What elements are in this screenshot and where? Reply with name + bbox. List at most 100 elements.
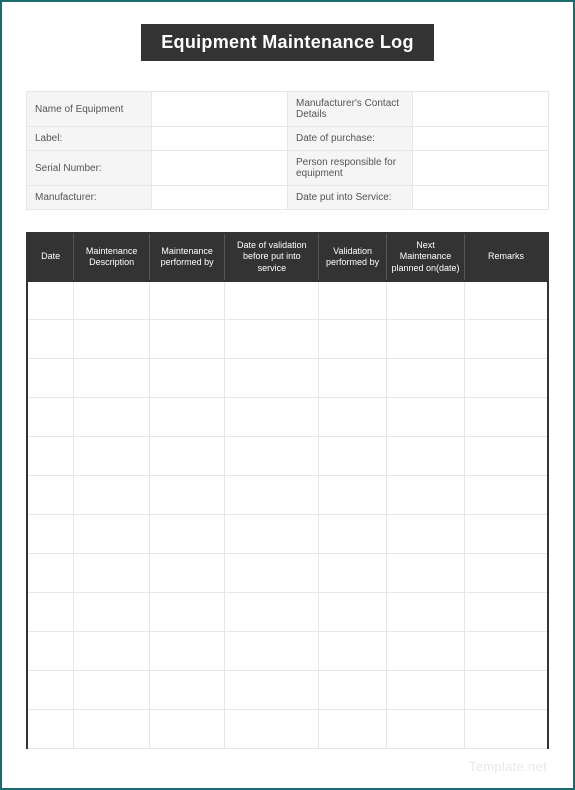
header-remarks: Remarks — [465, 233, 548, 281]
log-cell-next — [386, 476, 464, 515]
log-cell-dval — [225, 632, 319, 671]
log-cell-dval — [225, 476, 319, 515]
log-row — [27, 593, 548, 632]
log-cell-next — [386, 671, 464, 710]
watermark: Template.net — [469, 759, 547, 774]
log-cell-remarks — [465, 281, 548, 320]
log-cell-dval — [225, 437, 319, 476]
log-cell-date — [27, 320, 74, 359]
log-row — [27, 671, 548, 710]
log-table-head: Date Maintenance Description Maintenance… — [27, 233, 548, 281]
log-cell-remarks — [465, 593, 548, 632]
log-cell-vperf — [319, 437, 387, 476]
log-row — [27, 359, 548, 398]
log-cell-remarks — [465, 554, 548, 593]
log-cell-remarks — [465, 476, 548, 515]
log-cell-remarks — [465, 515, 548, 554]
info-value-left — [152, 127, 288, 151]
info-label-left: Manufacturer: — [27, 186, 152, 210]
log-cell-next — [386, 593, 464, 632]
log-row — [27, 554, 548, 593]
log-row — [27, 515, 548, 554]
log-cell-mperf — [149, 281, 225, 320]
log-cell-date — [27, 554, 74, 593]
log-cell-desc — [74, 554, 150, 593]
log-cell-mperf — [149, 359, 225, 398]
log-cell-date — [27, 710, 74, 749]
log-cell-next — [386, 554, 464, 593]
log-cell-next — [386, 710, 464, 749]
log-row — [27, 437, 548, 476]
log-cell-dval — [225, 320, 319, 359]
log-cell-desc — [74, 398, 150, 437]
log-row — [27, 398, 548, 437]
log-cell-desc — [74, 593, 150, 632]
info-value-right — [413, 127, 549, 151]
info-value-left — [152, 186, 288, 210]
info-value-right — [413, 151, 549, 186]
header-vperf: Validation performed by — [319, 233, 387, 281]
log-cell-date — [27, 476, 74, 515]
header-desc: Maintenance Description — [74, 233, 150, 281]
info-value-left — [152, 151, 288, 186]
info-table: Name of Equipment Manufacturer's Contact … — [26, 91, 549, 210]
log-cell-remarks — [465, 320, 548, 359]
log-cell-mperf — [149, 710, 225, 749]
log-cell-next — [386, 515, 464, 554]
log-cell-vperf — [319, 671, 387, 710]
log-cell-dval — [225, 554, 319, 593]
log-cell-date — [27, 515, 74, 554]
log-row — [27, 281, 548, 320]
info-row: Serial Number:Person responsible for equ… — [27, 151, 549, 186]
info-label-right: Date of purchase: — [287, 127, 412, 151]
log-cell-vperf — [319, 710, 387, 749]
log-cell-dval — [225, 281, 319, 320]
log-cell-desc — [74, 437, 150, 476]
log-row — [27, 476, 548, 515]
header-dval: Date of validation before put into servi… — [225, 233, 319, 281]
page: Equipment Maintenance Log Name of Equipm… — [10, 10, 565, 780]
log-row — [27, 632, 548, 671]
info-label-right: Manufacturer's Contact Details — [287, 92, 412, 127]
log-cell-vperf — [319, 632, 387, 671]
header-mperf: Maintenance performed by — [149, 233, 225, 281]
log-cell-remarks — [465, 398, 548, 437]
log-cell-mperf — [149, 476, 225, 515]
log-cell-mperf — [149, 398, 225, 437]
info-label-right: Date put into Service: — [287, 186, 412, 210]
info-table-body: Name of Equipment Manufacturer's Contact … — [27, 92, 549, 210]
log-cell-vperf — [319, 398, 387, 437]
log-table-body — [27, 281, 548, 749]
log-cell-desc — [74, 671, 150, 710]
info-value-right — [413, 92, 549, 127]
log-row — [27, 710, 548, 749]
info-row: Label: Date of purchase: — [27, 127, 549, 151]
log-cell-next — [386, 632, 464, 671]
title-wrap: Equipment Maintenance Log — [26, 24, 549, 61]
log-cell-next — [386, 398, 464, 437]
log-cell-desc — [74, 320, 150, 359]
log-cell-desc — [74, 281, 150, 320]
log-cell-remarks — [465, 671, 548, 710]
header-date: Date — [27, 233, 74, 281]
log-cell-vperf — [319, 593, 387, 632]
log-cell-dval — [225, 671, 319, 710]
log-cell-mperf — [149, 437, 225, 476]
log-cell-dval — [225, 710, 319, 749]
log-cell-next — [386, 320, 464, 359]
log-cell-vperf — [319, 359, 387, 398]
log-table: Date Maintenance Description Maintenance… — [26, 232, 549, 749]
log-cell-date — [27, 359, 74, 398]
log-cell-remarks — [465, 359, 548, 398]
log-cell-date — [27, 593, 74, 632]
log-cell-dval — [225, 359, 319, 398]
log-cell-mperf — [149, 632, 225, 671]
log-cell-vperf — [319, 281, 387, 320]
log-cell-date — [27, 281, 74, 320]
info-label-left: Label: — [27, 127, 152, 151]
log-cell-date — [27, 398, 74, 437]
log-cell-dval — [225, 593, 319, 632]
log-cell-remarks — [465, 632, 548, 671]
info-label-left: Name of Equipment — [27, 92, 152, 127]
info-value-left — [152, 92, 288, 127]
